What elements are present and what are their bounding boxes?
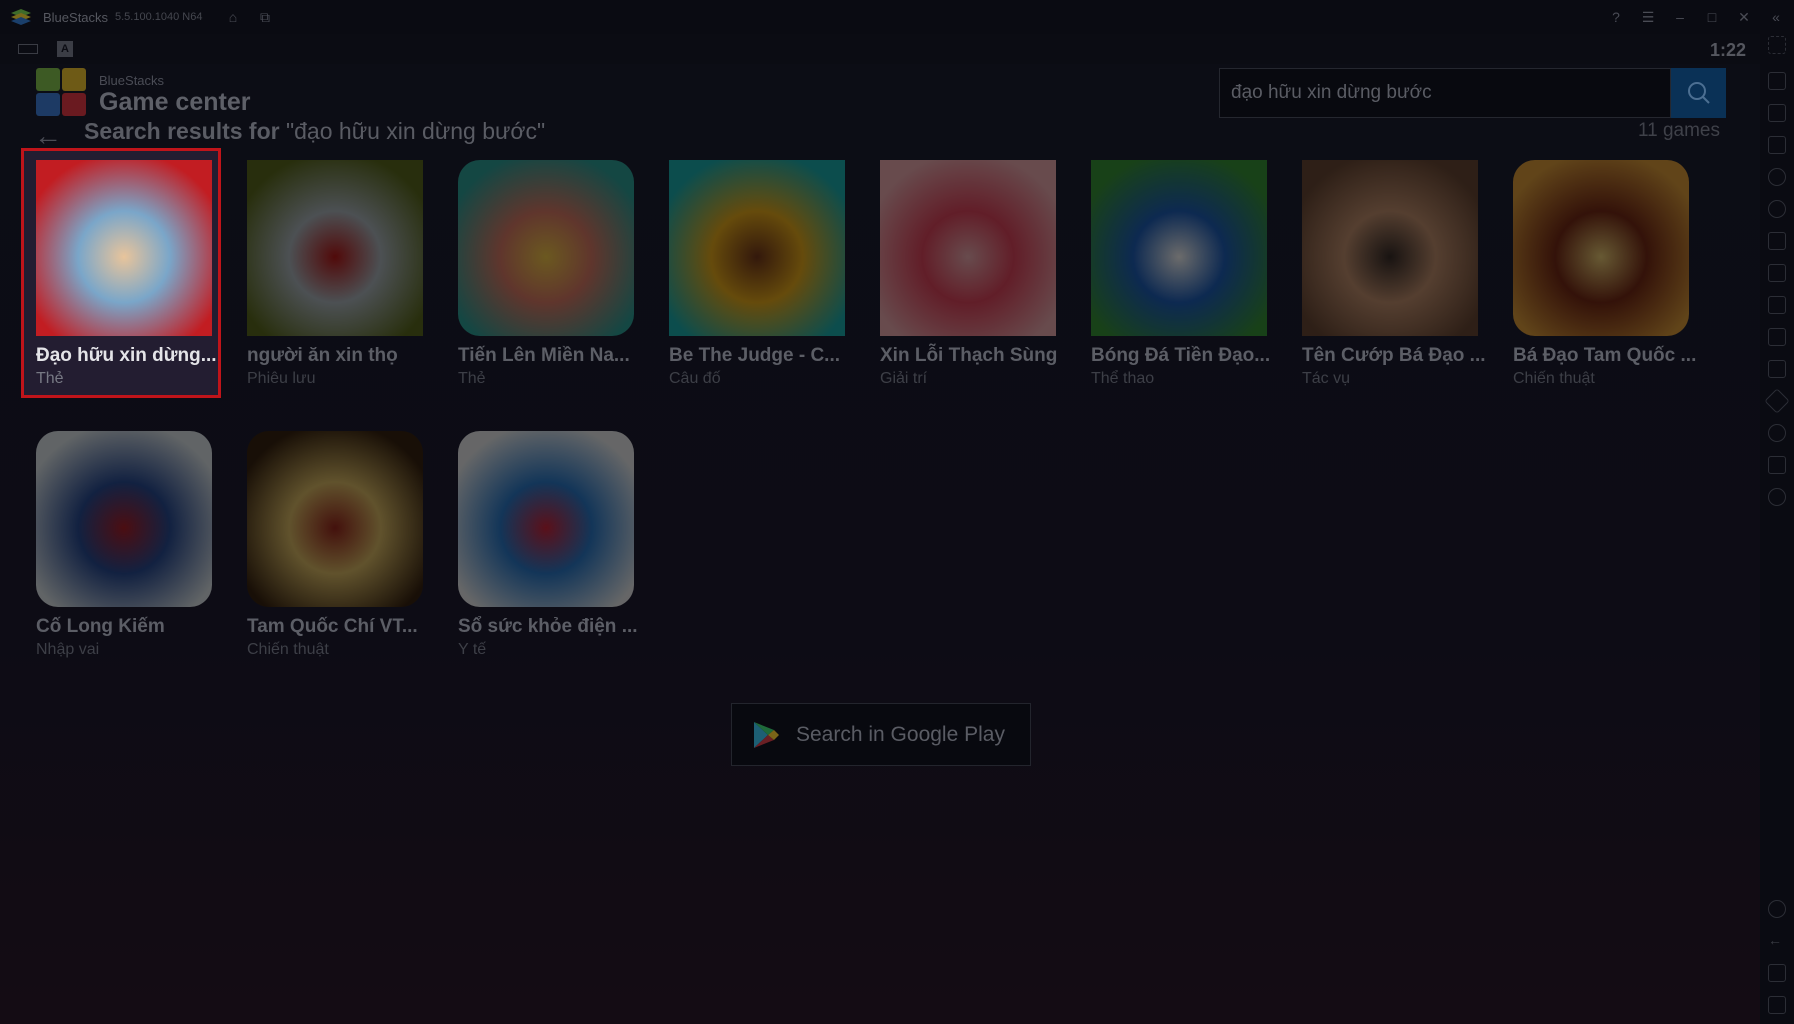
home-icon[interactable]: ⌂ — [224, 8, 242, 26]
game-category: Thẻ — [36, 370, 64, 387]
pointer-lock-icon[interactable] — [1768, 104, 1786, 122]
game-card[interactable]: Be The Judge - C... Câu đố — [654, 148, 854, 398]
macro-icon[interactable] — [1768, 168, 1786, 186]
screenshot-icon[interactable] — [1768, 296, 1786, 314]
game-category: Tác vụ — [1302, 370, 1351, 387]
game-category: Thẻ — [458, 370, 486, 387]
game-category: Chiến thuật — [247, 641, 329, 658]
game-icon — [36, 160, 212, 336]
game-card[interactable]: Tiến Lên Miền Na... Thẻ — [443, 148, 643, 398]
keyboard-icon[interactable] — [18, 44, 38, 54]
search-input[interactable] — [1220, 69, 1670, 117]
game-icon — [1513, 160, 1689, 336]
settings-icon[interactable] — [1768, 900, 1786, 918]
clock: 1:22 — [1710, 40, 1747, 60]
game-icon — [458, 431, 634, 607]
collapse-sidebar-icon[interactable]: « — [1767, 8, 1785, 26]
game-title: Cố Long Kiếm — [36, 616, 165, 637]
game-title: người ăn xin thọ — [247, 345, 398, 366]
instance-manager-icon[interactable] — [1768, 232, 1786, 250]
resize-icon[interactable] — [1768, 360, 1786, 378]
game-icon — [669, 160, 845, 336]
brand-small: BlueStacks — [99, 73, 165, 88]
game-card[interactable]: Cố Long Kiếm Nhập vai — [21, 419, 221, 669]
game-center-logo — [36, 68, 86, 116]
game-title: Tên Cướp Bá Đạo ... — [1302, 345, 1486, 366]
help-icon[interactable]: ? — [1607, 8, 1625, 26]
maximize-icon[interactable]: □ — [1703, 8, 1721, 26]
volume-icon[interactable] — [1768, 72, 1786, 90]
close-icon[interactable]: ✕ — [1735, 8, 1753, 26]
game-title: Sổ sức khỏe điện ... — [458, 616, 638, 637]
game-category: Giải trí — [880, 370, 928, 387]
game-category: Phiêu lưu — [247, 370, 316, 387]
home-nav-icon[interactable] — [1768, 964, 1786, 982]
right-sidebar: ← — [1760, 34, 1794, 1024]
record-icon[interactable] — [1768, 200, 1786, 218]
search-button[interactable] — [1671, 68, 1726, 118]
game-title: Bá Đạo Tam Quốc ... — [1513, 345, 1697, 366]
title-bar: BlueStacks 5.5.100.1040 N64 ⌂ ⧉ ? ☰ – □ … — [0, 0, 1794, 34]
game-category: Câu đố — [669, 370, 721, 387]
game-card[interactable]: Bá Đạo Tam Quốc ... Chiến thuật — [1498, 148, 1698, 398]
menu-icon[interactable]: ☰ — [1639, 8, 1657, 26]
game-icon — [247, 160, 423, 336]
game-card[interactable]: người ăn xin thọ Phiêu lưu — [232, 148, 432, 398]
multi-instance-icon[interactable]: ⧉ — [256, 8, 274, 26]
game-title: Be The Judge - C... — [669, 345, 841, 366]
eco-mode-icon[interactable] — [1768, 488, 1786, 506]
apk-install-icon[interactable] — [1768, 264, 1786, 282]
search-icon — [1687, 82, 1710, 104]
recent-apps-icon[interactable] — [1768, 996, 1786, 1014]
game-category: Thể thao — [1091, 370, 1155, 387]
result-count: 11 games — [1637, 120, 1720, 141]
game-card[interactable]: Đạo hữu xin dừng... Thẻ — [21, 148, 221, 398]
google-play-label: Search in Google Play — [796, 722, 1005, 746]
app-name: BlueStacks — [43, 10, 109, 25]
search-field[interactable] — [1219, 68, 1671, 118]
app-version: 5.5.100.1040 N64 — [115, 11, 203, 23]
game-icon — [1091, 160, 1267, 336]
game-icon — [880, 160, 1056, 336]
minimize-icon[interactable]: – — [1671, 8, 1689, 26]
page-title: Game center — [99, 88, 251, 116]
game-icon — [1302, 160, 1478, 336]
results-query: "đạo hữu xin dừng bước" — [285, 118, 546, 144]
game-title: Xin Lỗi Thạch Sùng — [880, 345, 1058, 366]
game-title: Bóng Đá Tiền Đạo... — [1091, 345, 1271, 366]
back-nav-icon[interactable]: ← — [1768, 932, 1786, 950]
game-card[interactable]: Xin Lỗi Thạch Sùng Giải trí — [865, 148, 1065, 398]
keymap-icon[interactable] — [1768, 136, 1786, 154]
game-category: Chiến thuật — [1513, 370, 1595, 387]
game-card[interactable]: Sổ sức khỏe điện ... Y tế — [443, 419, 643, 669]
fullscreen-icon[interactable] — [1768, 36, 1786, 54]
game-title: Tam Quốc Chí VT... — [247, 616, 418, 637]
google-play-icon — [754, 721, 779, 748]
game-icon — [247, 431, 423, 607]
app-shortcut-icon[interactable]: A — [57, 41, 73, 57]
location-icon[interactable] — [1768, 424, 1786, 442]
search-google-play-button[interactable]: Search in Google Play — [731, 703, 1031, 766]
layers-icon[interactable] — [1768, 456, 1786, 474]
game-icon — [36, 431, 212, 607]
game-card[interactable]: Bóng Đá Tiền Đạo... Thể thao — [1076, 148, 1276, 398]
bluestacks-logo-icon — [11, 9, 31, 25]
game-title: Tiến Lên Miền Na... — [458, 345, 630, 366]
game-card[interactable]: Tam Quốc Chí VT... Chiến thuật — [232, 419, 432, 669]
game-title: Đạo hữu xin dừng... — [36, 345, 217, 366]
results-prefix: Search results for — [84, 118, 286, 144]
folder-icon[interactable] — [1768, 328, 1786, 346]
game-icon — [458, 160, 634, 336]
rotate-icon[interactable] — [1764, 388, 1790, 414]
results-title: Search results for "đạo hữu xin dừng bướ… — [84, 118, 545, 145]
game-category: Nhập vai — [36, 641, 100, 658]
game-card[interactable]: Tên Cướp Bá Đạo ... Tác vụ — [1287, 148, 1487, 398]
game-category: Y tế — [458, 641, 487, 658]
